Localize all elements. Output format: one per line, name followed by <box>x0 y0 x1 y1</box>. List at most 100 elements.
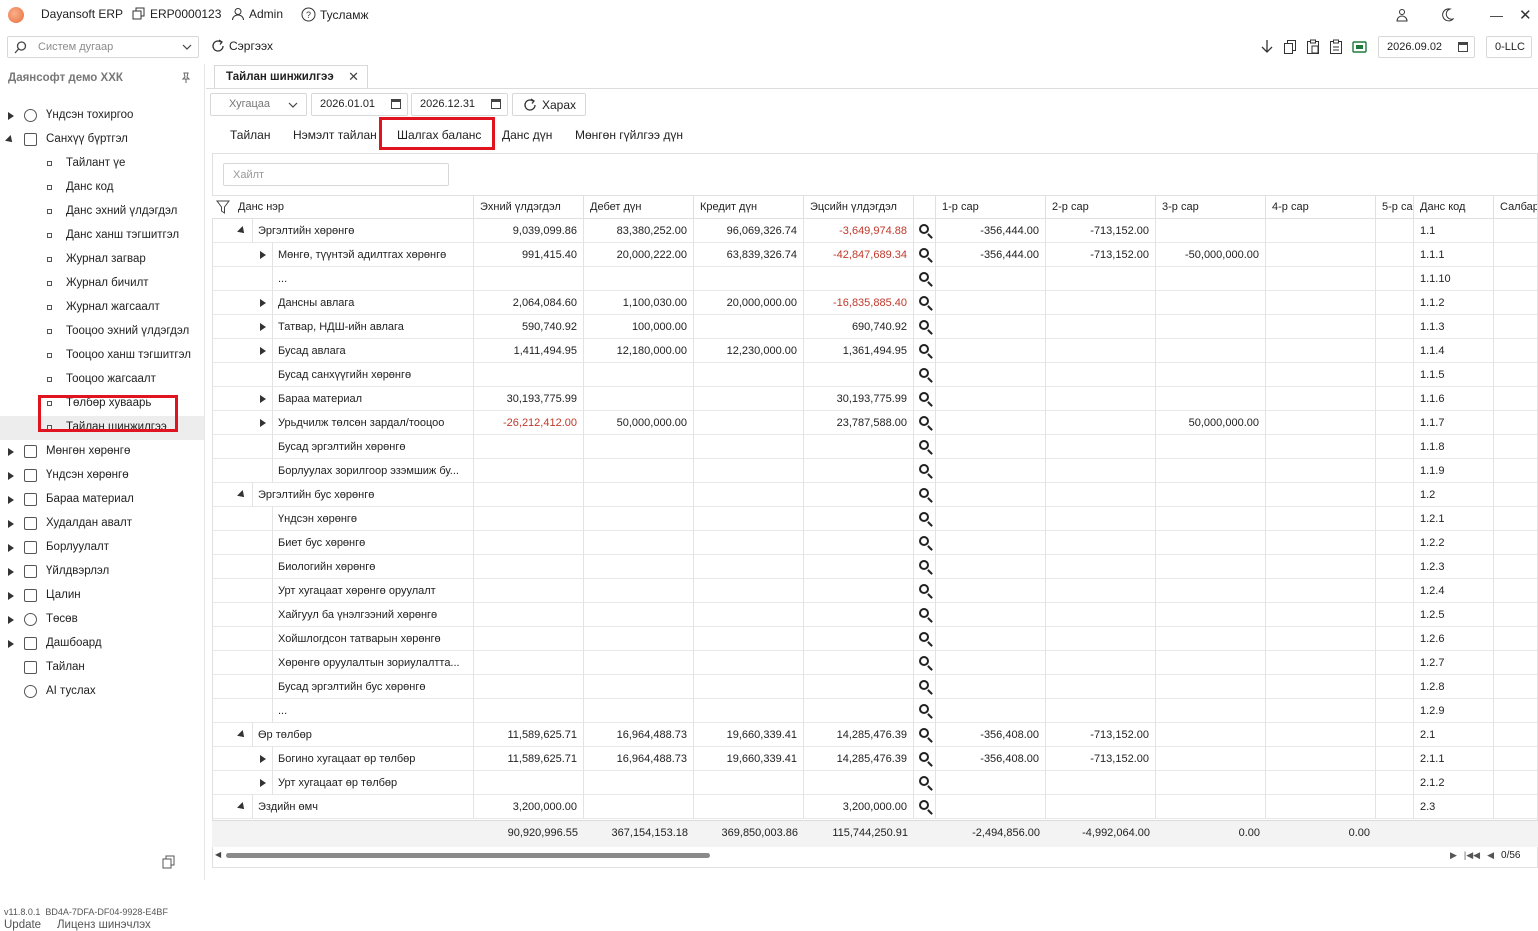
sidebar-item[interactable]: AI туслах <box>0 680 204 704</box>
profile-settings-icon[interactable] <box>1395 8 1409 22</box>
collapsed-arrow-icon[interactable] <box>260 755 266 763</box>
user-menu[interactable]: Admin <box>231 7 283 21</box>
period-select[interactable]: Хугацаа <box>210 93 307 116</box>
grid-search-input[interactable]: Хайлт <box>223 163 449 186</box>
scroll-left-icon[interactable]: ◀ <box>215 850 221 859</box>
doc-tab-report-analysis[interactable]: Тайлан шинжилгээ ✕ <box>214 65 368 89</box>
column-header[interactable]: Дебет дүн <box>584 195 694 219</box>
column-header[interactable]: 2-р сар <box>1046 195 1156 219</box>
magnifier-icon[interactable] <box>919 488 929 498</box>
column-header[interactable]: Эхний үлдэгдэл <box>474 195 584 219</box>
sidebar-item[interactable]: Бараа материал <box>0 488 204 512</box>
column-header[interactable]: Данс нэр <box>232 195 474 219</box>
column-header[interactable] <box>914 195 936 219</box>
sidebar-item[interactable]: Данс эхний үлдэгдэл <box>0 200 204 224</box>
sidebar-item[interactable]: Данс код <box>0 176 204 200</box>
minimize-button[interactable]: — <box>1490 8 1503 23</box>
tab-extra-report[interactable]: Нэмэлт тайлан <box>293 128 377 142</box>
excel-export-icon[interactable] <box>1352 39 1367 55</box>
collapsed-arrow-icon[interactable] <box>260 323 266 331</box>
column-header[interactable]: 5-р сар <box>1376 195 1414 219</box>
magnifier-icon[interactable] <box>919 536 929 546</box>
collapsed-arrow-icon[interactable] <box>260 419 266 427</box>
first-page-icon[interactable]: |◀◀ <box>1464 850 1480 861</box>
column-header[interactable]: Салбар <box>1494 195 1538 219</box>
collapsed-arrow-icon[interactable] <box>8 640 14 648</box>
dark-mode-icon[interactable] <box>1441 8 1454 22</box>
collapsed-arrow-icon[interactable] <box>8 448 14 456</box>
magnifier-icon[interactable] <box>919 560 929 570</box>
magnifier-icon[interactable] <box>919 392 929 402</box>
sidebar-item[interactable]: Тооцоо ханш тэгшитгэл <box>0 344 204 368</box>
magnifier-icon[interactable] <box>919 440 929 450</box>
magnifier-icon[interactable] <box>919 344 929 354</box>
magnifier-icon[interactable] <box>919 656 929 666</box>
sidebar-item[interactable]: Санхүү бүртгэл <box>0 128 204 152</box>
magnifier-icon[interactable] <box>919 608 929 618</box>
help-menu[interactable]: ? Тусламж <box>301 7 368 22</box>
magnifier-icon[interactable] <box>919 512 929 522</box>
magnifier-icon[interactable] <box>919 800 929 810</box>
sidebar-item[interactable]: Тайлан <box>0 656 204 680</box>
tab-account-totals[interactable]: Данс дүн <box>502 128 552 142</box>
sidebar-item[interactable]: Мөнгөн хөрөнгө <box>0 440 204 464</box>
magnifier-icon[interactable] <box>919 464 929 474</box>
collapsed-arrow-icon[interactable] <box>8 472 14 480</box>
column-header[interactable]: 1-р сар <box>936 195 1046 219</box>
sidebar-item[interactable]: Журнал загвар <box>0 248 204 272</box>
sidebar-item[interactable]: Тооцоо эхний үлдэгдэл <box>0 320 204 344</box>
download-icon[interactable] <box>1260 39 1274 55</box>
sidebar-item[interactable]: Дашбоард <box>0 632 204 656</box>
sidebar-item[interactable]: Үндсэн тохиргоо <box>0 104 204 128</box>
copy-license-icon[interactable] <box>162 855 175 869</box>
collapsed-arrow-icon[interactable] <box>8 112 14 120</box>
horizontal-scrollbar[interactable]: ◀ <box>212 848 1538 862</box>
collapsed-arrow-icon[interactable] <box>8 592 14 600</box>
copy-icon[interactable] <box>1283 39 1297 55</box>
collapsed-arrow-icon[interactable] <box>260 779 266 787</box>
collapsed-arrow-icon[interactable] <box>8 616 14 624</box>
magnifier-icon[interactable] <box>919 224 929 234</box>
column-header[interactable]: Кредит дүн <box>694 195 804 219</box>
collapsed-arrow-icon[interactable] <box>8 520 14 528</box>
erp-code[interactable]: ERP0000123 <box>132 7 221 21</box>
magnifier-icon[interactable] <box>919 368 929 378</box>
magnifier-icon[interactable] <box>919 272 929 282</box>
refresh-button[interactable]: Сэргээх <box>211 39 273 53</box>
tab-cash-flow-totals[interactable]: Мөнгөн гүйлгээ дүн <box>575 128 683 142</box>
collapsed-arrow-icon[interactable] <box>8 568 14 576</box>
magnifier-icon[interactable] <box>919 776 929 786</box>
magnifier-icon[interactable] <box>919 416 929 426</box>
pin-icon[interactable] <box>180 72 192 84</box>
date-from-picker[interactable]: 2026.01.01 <box>311 93 408 116</box>
magnifier-icon[interactable] <box>919 632 929 642</box>
filter-icon[interactable] <box>216 200 230 214</box>
license-check-link[interactable]: Лиценз шинэчлэх <box>57 919 151 931</box>
magnifier-icon[interactable] <box>919 752 929 762</box>
working-date-picker[interactable]: 2026.09.02 <box>1378 36 1475 58</box>
collapsed-arrow-icon[interactable] <box>8 544 14 552</box>
sidebar-item[interactable]: Цалин <box>0 584 204 608</box>
collapsed-arrow-icon[interactable] <box>8 496 14 504</box>
column-header[interactable]: Данс код <box>1414 195 1494 219</box>
sidebar-item[interactable]: Данс ханш тэгшитгэл <box>0 224 204 248</box>
magnifier-icon[interactable] <box>919 704 929 714</box>
column-header[interactable]: Эцсийн үлдэгдэл <box>804 195 914 219</box>
collapsed-arrow-icon[interactable] <box>260 395 266 403</box>
column-header[interactable]: 3-р сар <box>1156 195 1266 219</box>
view-button[interactable]: Харах <box>512 93 586 116</box>
collapsed-arrow-icon[interactable] <box>260 347 266 355</box>
column-header[interactable]: 4-р сар <box>1266 195 1376 219</box>
clipboard-icon[interactable] <box>1329 39 1343 55</box>
prev-page-icon[interactable]: ◀ <box>1487 850 1494 861</box>
magnifier-icon[interactable] <box>919 728 929 738</box>
sidebar-item[interactable]: Үндсэн хөрөнгө <box>0 464 204 488</box>
collapsed-arrow-icon[interactable] <box>260 251 266 259</box>
scroll-right-icon[interactable]: ▶ <box>1450 850 1457 861</box>
sidebar-item[interactable]: Үйлдвэрлэл <box>0 560 204 584</box>
magnifier-icon[interactable] <box>919 320 929 330</box>
sidebar-item[interactable]: Борлуулалт <box>0 536 204 560</box>
date-to-picker[interactable]: 2026.12.31 <box>411 93 508 116</box>
system-number-search[interactable]: Систем дугаар <box>7 36 199 58</box>
expanded-arrow-icon[interactable] <box>5 135 15 145</box>
